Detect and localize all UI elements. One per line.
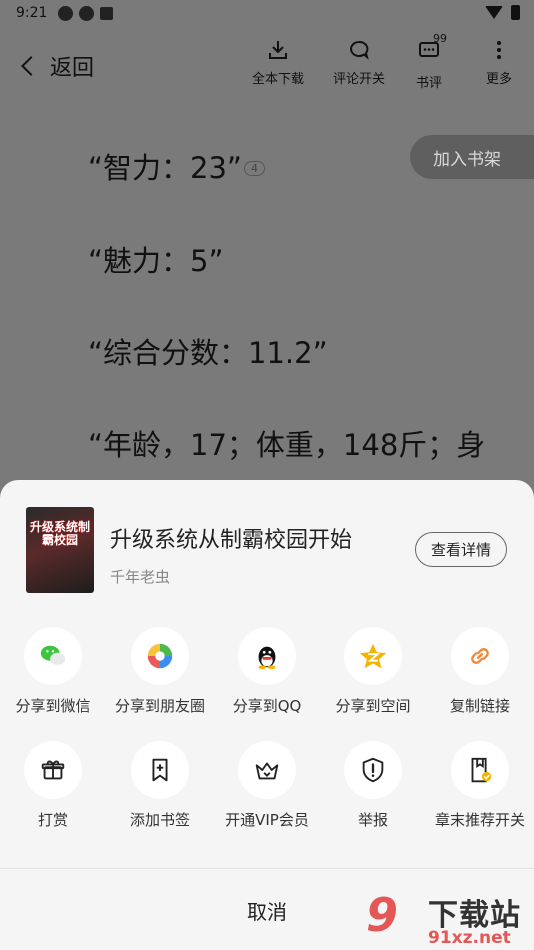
share-qzone-button[interactable]: 分享到空间 bbox=[320, 627, 426, 716]
notification-icons bbox=[58, 6, 113, 21]
share-qzone-label: 分享到空间 bbox=[335, 697, 411, 715]
watermark-url: 91xz.net bbox=[428, 928, 511, 948]
chapter-recommend-icon bbox=[471, 757, 492, 783]
share-wechat-label: 分享到微信 bbox=[15, 697, 91, 715]
comment-toggle-button[interactable]: 评论开关 bbox=[333, 38, 385, 87]
share-wechat-circle bbox=[24, 627, 82, 685]
more-label: 更多 bbox=[486, 72, 513, 87]
share-wechat-button[interactable]: 分享到微信 bbox=[0, 627, 106, 716]
vip-membership-circle bbox=[238, 741, 296, 799]
vip-membership-button[interactable]: 开通VIP会员 bbox=[214, 741, 320, 830]
comment-toggle-label: 评论开关 bbox=[333, 72, 386, 87]
wechat-icon bbox=[40, 645, 66, 665]
share-qq-label: 分享到QQ bbox=[232, 697, 302, 715]
copy-link-button[interactable]: 复制链接 bbox=[427, 627, 533, 716]
reader-topbar: 返回 全本下载 评论开关 99 书评 更多 bbox=[0, 28, 534, 100]
paragraph-comment-badge[interactable]: 4 bbox=[243, 160, 265, 176]
cover-title: 升级系统制霸校园 bbox=[30, 520, 91, 547]
shield-report-icon bbox=[362, 757, 384, 783]
share-qq-circle bbox=[238, 627, 296, 685]
reward-label: 打赏 bbox=[37, 811, 68, 829]
add-bookmark-label: 添加书签 bbox=[129, 811, 190, 829]
download-icon bbox=[269, 41, 287, 59]
report-circle bbox=[344, 741, 402, 799]
share-qq-button[interactable]: 分享到QQ bbox=[214, 627, 320, 716]
text-line: “魅力：5” bbox=[88, 244, 224, 278]
site-watermark-logo: 9 下载站 91xz.net bbox=[366, 888, 534, 950]
watermark-logo-mark: 9 bbox=[366, 888, 399, 942]
comment-toggle-icon bbox=[350, 41, 369, 60]
download-all-label: 全本下载 bbox=[252, 72, 305, 87]
app-notification-icon bbox=[79, 6, 94, 21]
book-review-label: 书评 bbox=[416, 76, 443, 91]
crown-icon bbox=[255, 762, 279, 780]
system-icons bbox=[485, 5, 520, 20]
reward-button[interactable]: 打赏 bbox=[0, 741, 106, 830]
battery-icon bbox=[511, 5, 520, 20]
view-details-button[interactable]: 查看详情 bbox=[415, 532, 507, 567]
status-bar: 9:21 bbox=[0, 0, 534, 28]
text-line: “年龄，17；体重，148斤；身 bbox=[88, 428, 486, 462]
text-line: “综合分数：11.2” bbox=[88, 336, 328, 370]
book-author: 千年老虫 bbox=[110, 568, 171, 586]
back-label: 返回 bbox=[50, 56, 95, 81]
more-button[interactable]: 更多 bbox=[486, 38, 512, 87]
download-all-button[interactable]: 全本下载 bbox=[252, 38, 304, 87]
back-button[interactable]: 返回 bbox=[21, 50, 95, 82]
chapter-recommend-label: 章末推荐开关 bbox=[434, 811, 525, 829]
reader-content: “智力：23” 4 “魅力：5” “综合分数：11.2” “年龄，17；体重，14… bbox=[0, 100, 534, 480]
add-bookmark-button[interactable]: 添加书签 bbox=[107, 741, 213, 830]
divider bbox=[0, 868, 534, 869]
vip-membership-label: 开通VIP会员 bbox=[225, 811, 309, 829]
book-title: 升级系统从制霸校园开始 bbox=[110, 528, 353, 553]
report-label: 举报 bbox=[357, 811, 388, 829]
add-bookmark-circle bbox=[131, 741, 189, 799]
wifi-icon bbox=[485, 6, 503, 19]
chapter-recommend-circle bbox=[451, 741, 509, 799]
qq-icon bbox=[258, 646, 276, 670]
chapter-recommend-toggle[interactable]: 章末推荐开关 bbox=[427, 741, 533, 830]
copy-link-circle bbox=[451, 627, 509, 685]
text-line: “智力：23” 4 bbox=[88, 145, 265, 187]
review-count-badge: 99 bbox=[433, 32, 447, 45]
share-moments-button[interactable]: 分享到朋友圈 bbox=[107, 627, 213, 716]
link-icon bbox=[471, 648, 489, 664]
back-arrow-icon bbox=[21, 56, 41, 76]
status-time: 9:21 bbox=[16, 5, 48, 21]
moments-icon bbox=[147, 643, 173, 669]
app-notification-icon bbox=[58, 6, 73, 21]
share-moments-label: 分享到朋友圈 bbox=[114, 697, 205, 715]
report-button[interactable]: 举报 bbox=[320, 741, 426, 830]
share-sheet: 升级系统制霸校园 升级系统从制霸校园开始 千年老虫 查看详情 分享到微信 分享到… bbox=[0, 480, 534, 950]
share-qzone-circle bbox=[344, 627, 402, 685]
bookmark-add-icon bbox=[152, 758, 168, 782]
copy-link-label: 复制链接 bbox=[449, 697, 510, 715]
book-cover[interactable]: 升级系统制霸校园 bbox=[26, 507, 94, 593]
gift-icon bbox=[41, 760, 65, 780]
book-review-button[interactable]: 99 书评 bbox=[416, 32, 447, 91]
share-moments-circle bbox=[131, 627, 189, 685]
qzone-icon bbox=[359, 643, 387, 669]
more-icon bbox=[497, 41, 501, 59]
app-notification-icon bbox=[100, 7, 113, 20]
reward-circle bbox=[24, 741, 82, 799]
add-to-shelf-button[interactable]: 加入书架 bbox=[410, 135, 534, 179]
